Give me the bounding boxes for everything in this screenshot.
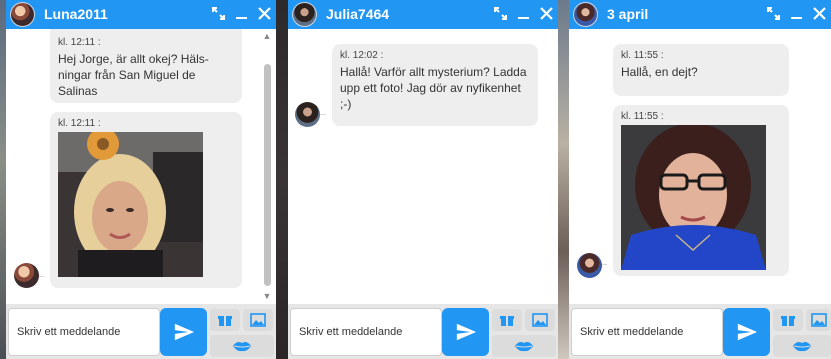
chat-titlebar[interactable]: Luna2011	[6, 0, 276, 29]
message-bubble: kl. 12:11 : Hej Jorge, är allt okej? Häl…	[50, 29, 242, 103]
message-bubble: kl. 12:11 :	[50, 112, 242, 288]
chat-title[interactable]: Julia7464	[326, 6, 389, 22]
send-button[interactable]	[723, 308, 770, 356]
message-bubble: kl. 11:55 :	[613, 105, 789, 276]
minimize-icon[interactable]	[234, 6, 249, 21]
background-photo-strip	[557, 0, 569, 359]
sender-avatar[interactable]	[14, 263, 39, 288]
message-bubble: kl. 12:02 : Hallå! Varför allt mysterium…	[332, 44, 538, 126]
image-upload-button[interactable]	[806, 309, 831, 331]
gift-button[interactable]	[492, 309, 522, 331]
gift-icon	[500, 316, 514, 326]
composer	[569, 304, 831, 359]
send-button[interactable]	[160, 308, 207, 356]
profile-photo[interactable]	[58, 128, 234, 282]
message-list[interactable]: kl. 12:11 : Hej Jorge, är allt okej? Häl…	[6, 29, 276, 304]
close-icon[interactable]	[257, 6, 272, 21]
message-bubble: kl. 11:55 : Hallå, en dejt?	[613, 44, 789, 96]
message-input[interactable]	[571, 308, 723, 356]
expand-icon[interactable]	[211, 6, 226, 21]
chat-window-3-april: 3 april kl. 11:55 : Hallå, en dejt? kl. …	[569, 0, 831, 359]
kiss-button[interactable]	[773, 335, 831, 357]
kiss-button[interactable]	[492, 335, 556, 357]
kiss-button[interactable]	[210, 335, 274, 357]
image-upload-button[interactable]	[525, 309, 555, 331]
chat-window-julia7464: Julia7464 kl. 12:02 : Hallå! Varför allt…	[288, 0, 558, 359]
avatar[interactable]	[10, 2, 35, 27]
send-button[interactable]	[442, 308, 489, 356]
message-input[interactable]	[8, 308, 160, 356]
close-icon[interactable]	[539, 6, 554, 21]
background-photo-strip	[276, 0, 288, 359]
message-list[interactable]: kl. 12:02 : Hallå! Varför allt mysterium…	[288, 29, 558, 304]
scroll-up-arrow-icon[interactable]: ▲	[262, 31, 272, 41]
image-icon	[810, 313, 827, 327]
send-icon	[456, 323, 476, 341]
gift-icon	[218, 316, 232, 326]
scrollbar[interactable]: ▲ ▼	[262, 29, 272, 304]
close-icon[interactable]	[812, 6, 827, 21]
minimize-icon[interactable]	[516, 6, 531, 21]
message-input[interactable]	[290, 308, 442, 356]
message-time: kl. 12:11 :	[58, 118, 101, 129]
chat-title[interactable]: Luna2011	[44, 6, 108, 22]
chat-window-luna2011: Luna2011 kl. 12:11 : Hej Jorge, är allt …	[6, 0, 276, 359]
message-text: Hej Jorge, är allt okej? Häls- ningar fr…	[58, 52, 209, 98]
avatar[interactable]	[292, 2, 317, 27]
composer	[288, 304, 558, 359]
message-list[interactable]: kl. 11:55 : Hallå, en dejt? kl. 11:55 :	[569, 29, 831, 304]
image-upload-button[interactable]	[243, 309, 273, 331]
lips-icon	[233, 342, 251, 352]
avatar[interactable]	[573, 2, 598, 27]
gift-icon	[781, 316, 795, 326]
image-icon	[250, 313, 266, 327]
message-time: kl. 12:02 :	[340, 50, 384, 61]
expand-icon[interactable]	[493, 6, 508, 21]
message-time: kl. 11:55 :	[621, 50, 664, 61]
minimize-icon[interactable]	[789, 6, 804, 21]
message-time: kl. 12:11 :	[58, 37, 101, 48]
chat-titlebar[interactable]: 3 april	[569, 0, 831, 29]
message-text: Hallå, en dejt?	[621, 65, 698, 79]
profile-photo[interactable]	[621, 123, 781, 275]
expand-icon[interactable]	[766, 6, 781, 21]
send-icon	[737, 323, 757, 341]
scrollbar-thumb[interactable]	[264, 64, 271, 286]
composer	[6, 304, 276, 359]
send-icon	[174, 323, 194, 341]
message-time: kl. 11:55 :	[621, 111, 664, 122]
image-icon	[532, 313, 548, 327]
scroll-down-arrow-icon[interactable]: ▼	[262, 291, 272, 301]
chat-titlebar[interactable]: Julia7464	[288, 0, 558, 29]
gift-button[interactable]	[773, 309, 803, 331]
lips-icon	[793, 342, 811, 352]
sender-avatar[interactable]	[295, 102, 320, 127]
chat-title[interactable]: 3 april	[607, 6, 648, 22]
lips-icon	[515, 342, 533, 352]
gift-button[interactable]	[210, 309, 240, 331]
sender-avatar[interactable]	[577, 253, 602, 278]
message-text: Hallå! Varför allt mysterium? Ladda upp …	[340, 65, 527, 111]
